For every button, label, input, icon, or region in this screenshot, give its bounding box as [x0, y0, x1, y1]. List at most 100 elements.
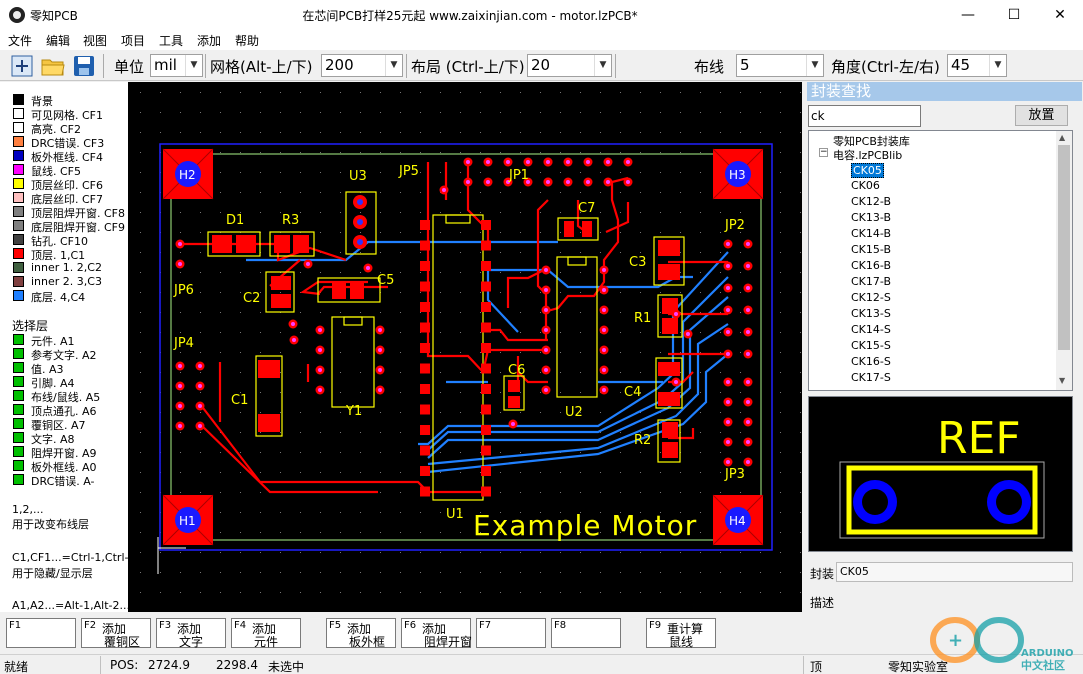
tree-footprint-item[interactable]: CK12-B [851, 195, 891, 208]
layer-color-swatch[interactable] [13, 178, 24, 189]
grid-dot [260, 552, 261, 553]
menu-edit[interactable]: 编辑 [46, 32, 70, 49]
maximize-button[interactable]: ☐ [991, 0, 1037, 30]
tree-footprint-item[interactable]: CK17-S [851, 371, 891, 384]
layer-color-swatch[interactable] [13, 150, 24, 161]
tree-footprint-item[interactable]: CK14-S [851, 323, 891, 336]
select-layer-checkbox[interactable] [13, 446, 24, 457]
trace-select[interactable]: 5 ▼ [736, 54, 824, 77]
tree-footprint-item[interactable]: CK16-B [851, 259, 891, 272]
tree-footprint-item[interactable]: CK15-B [851, 243, 891, 256]
place-button[interactable]: 放置 [1015, 105, 1068, 126]
select-layer-checkbox[interactable] [13, 362, 24, 373]
layer-color-swatch[interactable] [13, 248, 24, 259]
collapse-icon[interactable]: − [819, 148, 828, 157]
fkey-f9-button[interactable]: F9 重计算 鼠线 [646, 618, 716, 649]
grid-dot [660, 572, 661, 573]
tree-footprint-item[interactable]: CK16-S [851, 355, 891, 368]
grid-dot [420, 512, 421, 513]
layer-color-swatch[interactable] [13, 220, 24, 231]
minimize-button[interactable]: — [945, 0, 991, 30]
grid-dot [140, 232, 141, 233]
tree-footprint-item[interactable]: CK13-S [851, 307, 891, 320]
package-field[interactable]: CK05 [836, 562, 1073, 582]
grid-dot [700, 552, 701, 553]
grid-dot [480, 592, 481, 593]
layer-color-swatch[interactable] [13, 164, 24, 175]
scroll-down-icon[interactable]: ▼ [1059, 376, 1065, 385]
tree-footprint-item[interactable]: CK15-S [851, 339, 891, 352]
scroll-up-icon[interactable]: ▲ [1059, 133, 1065, 142]
scroll-thumb[interactable] [1058, 145, 1070, 350]
grid-dot [300, 92, 301, 93]
grid-dot [360, 332, 361, 333]
menu-help[interactable]: 帮助 [235, 32, 259, 49]
status-separator [100, 656, 101, 674]
fkey-f5-button[interactable]: F5 添加 板外框 [326, 618, 396, 649]
mount-hole-label: H2 [179, 168, 196, 182]
close-button[interactable]: ✕ [1037, 0, 1083, 30]
grid-select[interactable]: 200 ▼ [321, 54, 403, 77]
grid-dot [460, 412, 461, 413]
layer-color-swatch[interactable] [13, 136, 24, 147]
layer-color-swatch[interactable] [13, 290, 24, 301]
menu-add[interactable]: 添加 [197, 32, 221, 49]
fkey-f1-button[interactable]: F1 [6, 618, 76, 648]
fkey-f7-button[interactable]: F7 [476, 618, 546, 648]
new-file-icon[interactable] [9, 53, 35, 79]
select-layer-checkbox[interactable] [13, 334, 24, 345]
angle-select[interactable]: 45 ▼ [947, 54, 1007, 77]
fkey-number: F2 [84, 620, 97, 631]
layer-color-swatch[interactable] [13, 94, 24, 105]
grid-dot [760, 92, 761, 93]
footprint-search-input[interactable]: ck [808, 105, 921, 127]
grid-dot [660, 112, 661, 113]
fkey-f2-button[interactable]: F2 添加 覆铜区 [81, 618, 151, 649]
layer-color-swatch[interactable] [13, 108, 24, 119]
menu-file[interactable]: 文件 [8, 32, 32, 49]
layer-color-swatch[interactable] [13, 262, 24, 273]
open-folder-icon[interactable] [40, 53, 66, 79]
layer-color-swatch[interactable] [13, 122, 24, 133]
fkey-f3-button[interactable]: F3 添加 文字 [156, 618, 226, 649]
select-layer-checkbox[interactable] [13, 418, 24, 429]
select-layer-checkbox[interactable] [13, 390, 24, 401]
menu-view[interactable]: 视图 [83, 32, 107, 49]
fkey-f6-button[interactable]: F6 添加 阻焊开窗 [401, 618, 472, 649]
footprint-tree[interactable]: 零知PCB封装库 − 电容.lzPCBlib CK05 CK06 CK12-B CK1… [808, 130, 1073, 391]
layer-color-swatch[interactable] [13, 206, 24, 217]
select-layer-checkbox[interactable] [13, 474, 24, 485]
grid-dot [200, 432, 201, 433]
tree-lib[interactable]: 电容.lzPCBlib [833, 147, 902, 163]
menu-project[interactable]: 项目 [121, 32, 145, 49]
tree-footprint-item[interactable]: CK06 [851, 179, 880, 192]
grid-dot [460, 112, 461, 113]
tree-footprint-item[interactable]: CK13-B [851, 211, 891, 224]
tree-footprint-item[interactable]: CK14-B [851, 227, 891, 240]
save-icon[interactable] [71, 53, 97, 79]
select-layer-checkbox[interactable] [13, 348, 24, 359]
menu-tools[interactable]: 工具 [159, 32, 183, 49]
tree-scrollbar[interactable]: ▲ ▼ [1056, 131, 1072, 390]
tree-footprint-item[interactable]: CK05 [851, 163, 884, 178]
select-layer-checkbox[interactable] [13, 404, 24, 415]
fkey-f8-button[interactable]: F8 [551, 618, 621, 648]
select-layer-checkbox[interactable] [13, 376, 24, 387]
grid-dot [420, 292, 421, 293]
layout-select[interactable]: 20 ▼ [527, 54, 612, 77]
layer-color-swatch[interactable] [13, 234, 24, 245]
grid-dot [160, 132, 161, 133]
layer-color-swatch[interactable] [13, 192, 24, 203]
tree-footprint-item[interactable]: CK17-B [851, 275, 891, 288]
fkey-number: F4 [234, 620, 247, 631]
tree-footprint-item[interactable]: CK12-S [851, 291, 891, 304]
grid-dot [300, 172, 301, 173]
select-layer-checkbox[interactable] [13, 460, 24, 471]
layer-color-swatch[interactable] [13, 276, 24, 287]
grid-dot [760, 592, 761, 593]
fkey-f4-button[interactable]: F4 添加 元件 [231, 618, 301, 649]
pcb-drawing[interactable]: H2 H3 H1 H4 U3 JP5 JP1 C7 JP2 D1 R3 C5 C2 C3 JP6 R1 JP4 C… [128, 82, 802, 612]
pcb-canvas[interactable]: H2 H3 H1 H4 U3 JP5 JP1 C7 JP2 D1 R3 C5 C2 C3 JP6 R1 JP4 C… [128, 82, 802, 612]
select-layer-checkbox[interactable] [13, 432, 24, 443]
unit-select[interactable]: mil ▼ [150, 54, 203, 77]
